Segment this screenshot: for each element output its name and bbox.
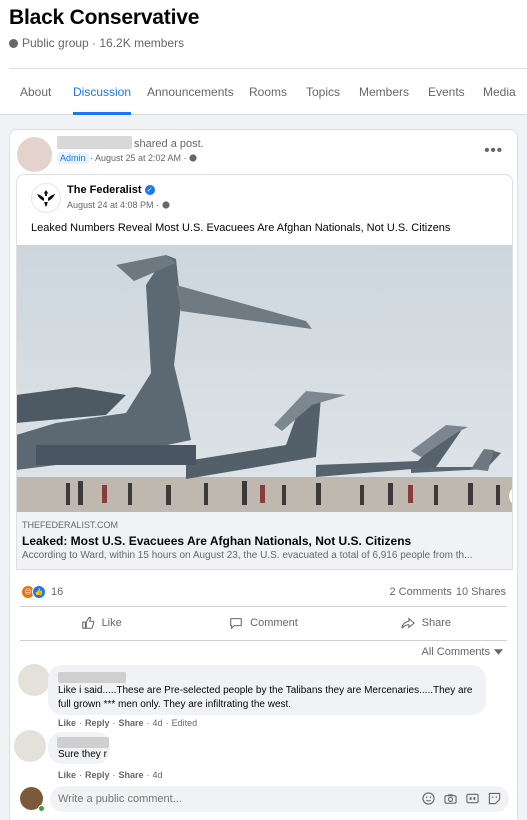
reaction-count: 16 <box>51 586 64 598</box>
link-title: Leaked: Most U.S. Evacuees Are Afghan Na… <box>22 534 412 548</box>
comment-age[interactable]: 4d <box>153 770 163 780</box>
share-button[interactable]: Share <box>345 608 507 638</box>
online-status-icon <box>38 805 45 812</box>
commenter-name-redacted[interactable] <box>57 737 109 748</box>
share-arrow-icon <box>400 617 415 629</box>
divider <box>20 640 507 641</box>
commenter-name-redacted[interactable] <box>58 672 126 683</box>
engagement-counts: 2 Comments 10 Shares <box>389 586 506 598</box>
post-timestamp-text: · August 25 at 2:02 AM · <box>90 153 187 163</box>
shared-a-post-text: shared a post. <box>134 138 204 150</box>
comment-like-link[interactable]: Like <box>58 718 76 728</box>
tab-topics[interactable]: Topics <box>306 69 340 115</box>
group-header: Black Conservative Public group · 16.2K … <box>0 0 527 115</box>
shared-post[interactable]: The Federalist ✓ August 24 at 4:08 PM · … <box>16 174 513 570</box>
author-name-redacted[interactable] <box>57 136 132 149</box>
camera-icon[interactable] <box>444 792 457 805</box>
link-preview-info[interactable]: THEFEDERALIST.COM Leaked: Most U.S. Evac… <box>17 512 512 569</box>
link-preview-image[interactable]: i <box>17 245 512 512</box>
comments-sort-label: All Comments <box>421 646 490 658</box>
comment-composer <box>50 786 509 812</box>
group-tabs: About Discussion Announcements Rooms Top… <box>0 69 527 115</box>
admin-badge: Admin <box>57 152 89 164</box>
commenter-avatar[interactable] <box>18 664 50 696</box>
comment-text: Sure they r <box>58 749 107 760</box>
tab-discussion[interactable]: Discussion <box>73 69 132 115</box>
comment-button[interactable]: Comment <box>182 608 344 638</box>
verified-badge-icon: ✓ <box>144 185 155 195</box>
comment-age[interactable]: 4d <box>153 718 163 728</box>
like-label: Like <box>101 617 122 629</box>
comments-sort-dropdown[interactable]: All Comments <box>422 646 503 658</box>
comment-share-link[interactable]: Share <box>119 718 144 728</box>
post-timestamp[interactable]: · August 25 at 2:02 AM · <box>90 153 197 163</box>
comment-reply-link[interactable]: Reply <box>85 770 110 780</box>
tab-rooms[interactable]: Rooms <box>249 69 287 115</box>
tab-about[interactable]: About <box>20 69 51 115</box>
comment-edited: Edited <box>171 718 198 728</box>
group-title[interactable]: Black Conservative <box>9 6 199 30</box>
thumbs-up-icon <box>81 616 94 629</box>
link-description: According to Ward, within 15 hours on Au… <box>22 550 473 561</box>
chevron-down-icon <box>494 649 503 655</box>
shares-count[interactable]: 10 Shares <box>456 586 506 598</box>
globe-icon <box>189 154 197 162</box>
globe-icon <box>161 201 170 209</box>
tab-announcements[interactable]: Announcements <box>147 69 234 115</box>
publisher-logo[interactable] <box>31 183 61 213</box>
comment-meta: Like · Reply · Share · 4d <box>58 770 163 780</box>
comment-reply-link[interactable]: Reply <box>85 718 110 728</box>
gif-icon[interactable] <box>466 792 479 805</box>
shared-post-timestamp-text: August 24 at 4:08 PM · <box>67 200 160 210</box>
comment-label: Comment <box>250 617 298 629</box>
post-actions: Like Comment Share <box>20 608 507 638</box>
tab-events[interactable]: Events <box>428 69 465 115</box>
reactions-summary[interactable]: ☹ 👍 16 <box>21 585 63 599</box>
like-button[interactable]: Like <box>20 608 182 638</box>
share-label: Share <box>421 617 451 629</box>
comment-input[interactable] <box>58 786 388 812</box>
shared-post-text: Leaked Numbers Reveal Most U.S. Evacuees… <box>31 222 451 234</box>
group-meta: Public group · 16.2K members <box>9 36 184 50</box>
avatar[interactable] <box>17 137 52 172</box>
comment-icon <box>230 618 242 630</box>
comment-share-link[interactable]: Share <box>119 770 144 780</box>
comment-like-link[interactable]: Like <box>58 770 76 780</box>
sticker-icon[interactable] <box>488 792 501 805</box>
publisher-name[interactable]: The Federalist ✓ <box>67 184 155 196</box>
eagle-icon <box>37 190 55 207</box>
emoji-icon[interactable] <box>422 792 435 805</box>
comment-text: Like i said.....These are Pre-selected p… <box>58 685 473 710</box>
airplanes-photo <box>17 245 512 512</box>
like-reaction-icon: 👍 <box>32 585 46 599</box>
publisher-name-text: The Federalist <box>67 184 142 196</box>
group-meta-text: Public group · 16.2K members <box>22 36 185 50</box>
tab-members[interactable]: Members <box>359 69 409 115</box>
post-card: shared a post. Admin · August 25 at 2:02… <box>9 129 518 820</box>
comments-count[interactable]: 2 Comments <box>389 586 451 598</box>
tab-media[interactable]: Media <box>483 69 516 115</box>
divider <box>20 606 507 607</box>
comment-meta: Like · Reply · Share · 4d · Edited <box>58 718 198 728</box>
shared-post-timestamp[interactable]: August 24 at 4:08 PM · <box>67 200 170 210</box>
link-domain: THEFEDERALIST.COM <box>22 520 119 530</box>
more-options-button[interactable]: ••• <box>484 142 503 159</box>
composer-icons <box>422 792 501 805</box>
globe-icon <box>9 38 18 48</box>
commenter-avatar[interactable] <box>14 730 46 762</box>
